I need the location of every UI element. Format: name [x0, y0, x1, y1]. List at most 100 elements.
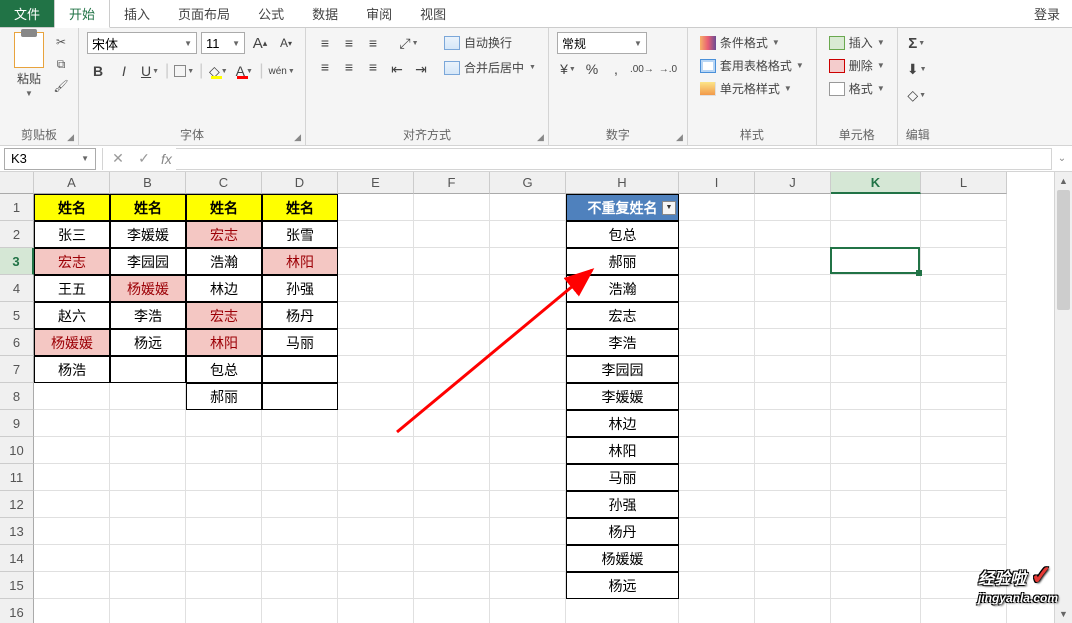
cell[interactable]	[338, 410, 414, 437]
cell[interactable]: 李浩	[566, 329, 679, 356]
cell[interactable]	[338, 356, 414, 383]
cell[interactable]: 马丽	[566, 464, 679, 491]
cell[interactable]	[414, 464, 490, 491]
cell[interactable]	[490, 329, 566, 356]
row-header-6[interactable]: 6	[0, 329, 34, 356]
font-color-button[interactable]: A▼	[233, 60, 255, 82]
cell[interactable]	[831, 275, 921, 302]
align-left-button[interactable]: ≡	[314, 56, 336, 78]
column-header-B[interactable]: B	[110, 172, 186, 194]
enter-formula-icon[interactable]: ✓	[131, 150, 157, 167]
cell[interactable]	[490, 464, 566, 491]
cancel-formula-icon[interactable]: ✕	[105, 150, 131, 167]
cell[interactable]: 张雪	[262, 221, 338, 248]
cell[interactable]	[414, 518, 490, 545]
scroll-up-icon[interactable]: ▲	[1055, 172, 1072, 190]
cell[interactable]: 姓名	[186, 194, 262, 221]
shrink-font-button[interactable]: A▾	[275, 32, 297, 54]
launcher-icon[interactable]: ◢	[67, 132, 74, 143]
cell[interactable]	[414, 572, 490, 599]
row-header-12[interactable]: 12	[0, 491, 34, 518]
cell[interactable]	[755, 194, 831, 221]
tab-data[interactable]: 数据	[298, 0, 352, 27]
vertical-scrollbar[interactable]: ▲ ▼	[1054, 172, 1072, 623]
decrease-indent-button[interactable]: ⇤	[386, 58, 408, 80]
cell[interactable]	[679, 194, 755, 221]
cell[interactable]	[338, 248, 414, 275]
cell[interactable]	[338, 518, 414, 545]
cell[interactable]	[831, 572, 921, 599]
cell[interactable]	[186, 545, 262, 572]
cell[interactable]	[338, 437, 414, 464]
comma-button[interactable]: ,	[605, 58, 627, 80]
row-header-5[interactable]: 5	[0, 302, 34, 329]
cell[interactable]: 姓名	[34, 194, 110, 221]
cell[interactable]	[490, 545, 566, 572]
cell[interactable]: 宏志	[566, 302, 679, 329]
align-center-button[interactable]: ≡	[338, 56, 360, 78]
cell[interactable]	[755, 383, 831, 410]
cell[interactable]	[186, 437, 262, 464]
row-header-15[interactable]: 15	[0, 572, 34, 599]
phonetic-button[interactable]: wén▼	[267, 60, 295, 82]
cell[interactable]: 郝丽	[566, 248, 679, 275]
cell[interactable]	[262, 410, 338, 437]
cell[interactable]: 不重复姓名▼	[566, 194, 679, 221]
launcher-icon[interactable]: ◢	[294, 132, 301, 143]
cell[interactable]	[755, 464, 831, 491]
cell[interactable]	[414, 221, 490, 248]
cell[interactable]	[262, 491, 338, 518]
cell[interactable]	[490, 437, 566, 464]
cell[interactable]	[679, 572, 755, 599]
cell[interactable]	[679, 329, 755, 356]
cell[interactable]	[921, 302, 1007, 329]
scroll-thumb[interactable]	[1057, 190, 1070, 310]
cell[interactable]	[338, 464, 414, 491]
cell[interactable]	[34, 410, 110, 437]
cell[interactable]	[338, 221, 414, 248]
cell[interactable]: 浩瀚	[566, 275, 679, 302]
cell[interactable]: 林边	[186, 275, 262, 302]
cell[interactable]: 李园园	[566, 356, 679, 383]
cell[interactable]	[831, 437, 921, 464]
cell[interactable]	[414, 194, 490, 221]
grow-font-button[interactable]: A▴	[249, 32, 271, 54]
cell[interactable]	[186, 518, 262, 545]
cell[interactable]	[34, 383, 110, 410]
row-header-16[interactable]: 16	[0, 599, 34, 623]
bold-button[interactable]: B	[87, 60, 109, 82]
column-header-D[interactable]: D	[262, 172, 338, 194]
cell[interactable]	[490, 383, 566, 410]
cell[interactable]	[755, 410, 831, 437]
cell[interactable]	[679, 248, 755, 275]
cell[interactable]	[566, 599, 679, 623]
filter-dropdown-icon[interactable]: ▼	[662, 201, 676, 215]
cell[interactable]	[921, 545, 1007, 572]
cell[interactable]	[490, 194, 566, 221]
cell[interactable]	[679, 518, 755, 545]
row-header-4[interactable]: 4	[0, 275, 34, 302]
italic-button[interactable]: I	[113, 60, 135, 82]
fill-button[interactable]: ⬇▼	[906, 58, 928, 80]
row-header-14[interactable]: 14	[0, 545, 34, 572]
row-header-2[interactable]: 2	[0, 221, 34, 248]
cell[interactable]: 孙强	[566, 491, 679, 518]
cell[interactable]: 林边	[566, 410, 679, 437]
cell[interactable]	[831, 599, 921, 623]
cell[interactable]	[414, 329, 490, 356]
cell[interactable]: 姓名	[262, 194, 338, 221]
number-format-combo[interactable]: 常规▼	[557, 32, 647, 54]
cell[interactable]	[679, 275, 755, 302]
cell[interactable]	[262, 383, 338, 410]
cell[interactable]	[921, 221, 1007, 248]
cell[interactable]	[755, 518, 831, 545]
cell[interactable]	[338, 599, 414, 623]
cell[interactable]	[755, 572, 831, 599]
cell[interactable]	[921, 599, 1007, 623]
cell[interactable]: 宏志	[186, 221, 262, 248]
increase-decimal-button[interactable]: .00→	[629, 58, 655, 80]
font-size-combo[interactable]: 11▼	[201, 32, 245, 54]
cell[interactable]	[490, 356, 566, 383]
cell[interactable]	[262, 572, 338, 599]
align-top-button[interactable]: ≡	[314, 32, 336, 54]
